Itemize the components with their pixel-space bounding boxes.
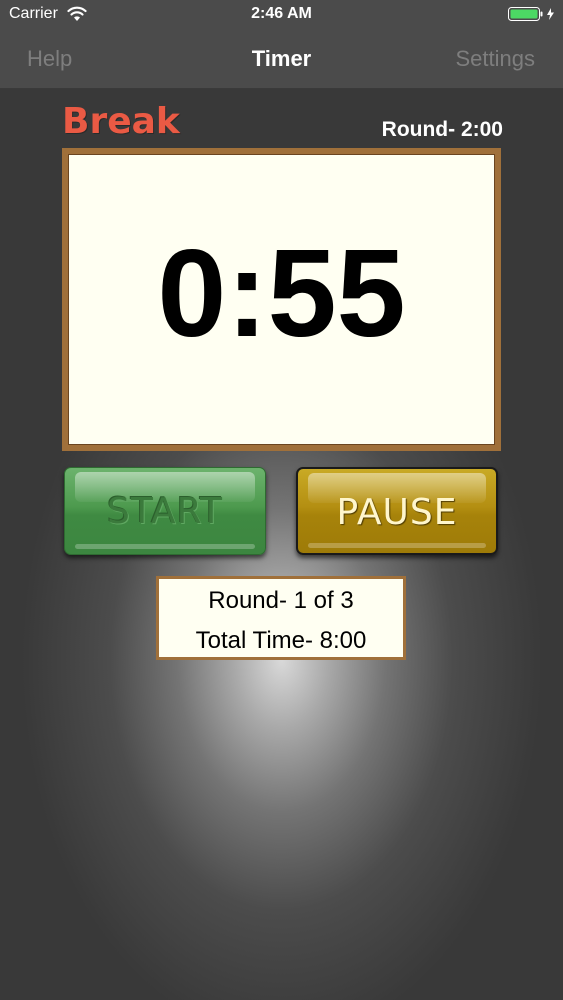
- battery-icon: [508, 7, 554, 21]
- settings-button[interactable]: Settings: [456, 46, 536, 72]
- mode-label: Break: [62, 101, 180, 142]
- charging-bolt-icon: [547, 8, 554, 20]
- start-button[interactable]: START: [64, 467, 266, 555]
- start-button-label: START: [106, 491, 224, 532]
- navigation-bar: Carrier 2:46 AM Help Timer Settings: [0, 0, 563, 89]
- timer-digits: 0:55: [157, 225, 406, 363]
- timer-screen: Carrier 2:46 AM Help Timer Settings Brea…: [0, 0, 563, 1000]
- start-button-gloss-bottom: [75, 544, 255, 549]
- timer-display: 0:55: [62, 148, 501, 451]
- total-time: Total Time- 8:00: [195, 627, 367, 654]
- round-duration: Round- 2:00: [381, 118, 503, 141]
- round-progress: Round- 1 of 3: [208, 587, 354, 614]
- pause-button-label: PAUSE: [336, 492, 458, 533]
- round-info-box: Round- 1 of 3 Total Time- 8:00: [156, 576, 406, 660]
- clock-time: 2:46 AM: [251, 5, 312, 22]
- pause-button-gloss-bottom: [308, 543, 486, 548]
- pause-button[interactable]: PAUSE: [296, 467, 498, 555]
